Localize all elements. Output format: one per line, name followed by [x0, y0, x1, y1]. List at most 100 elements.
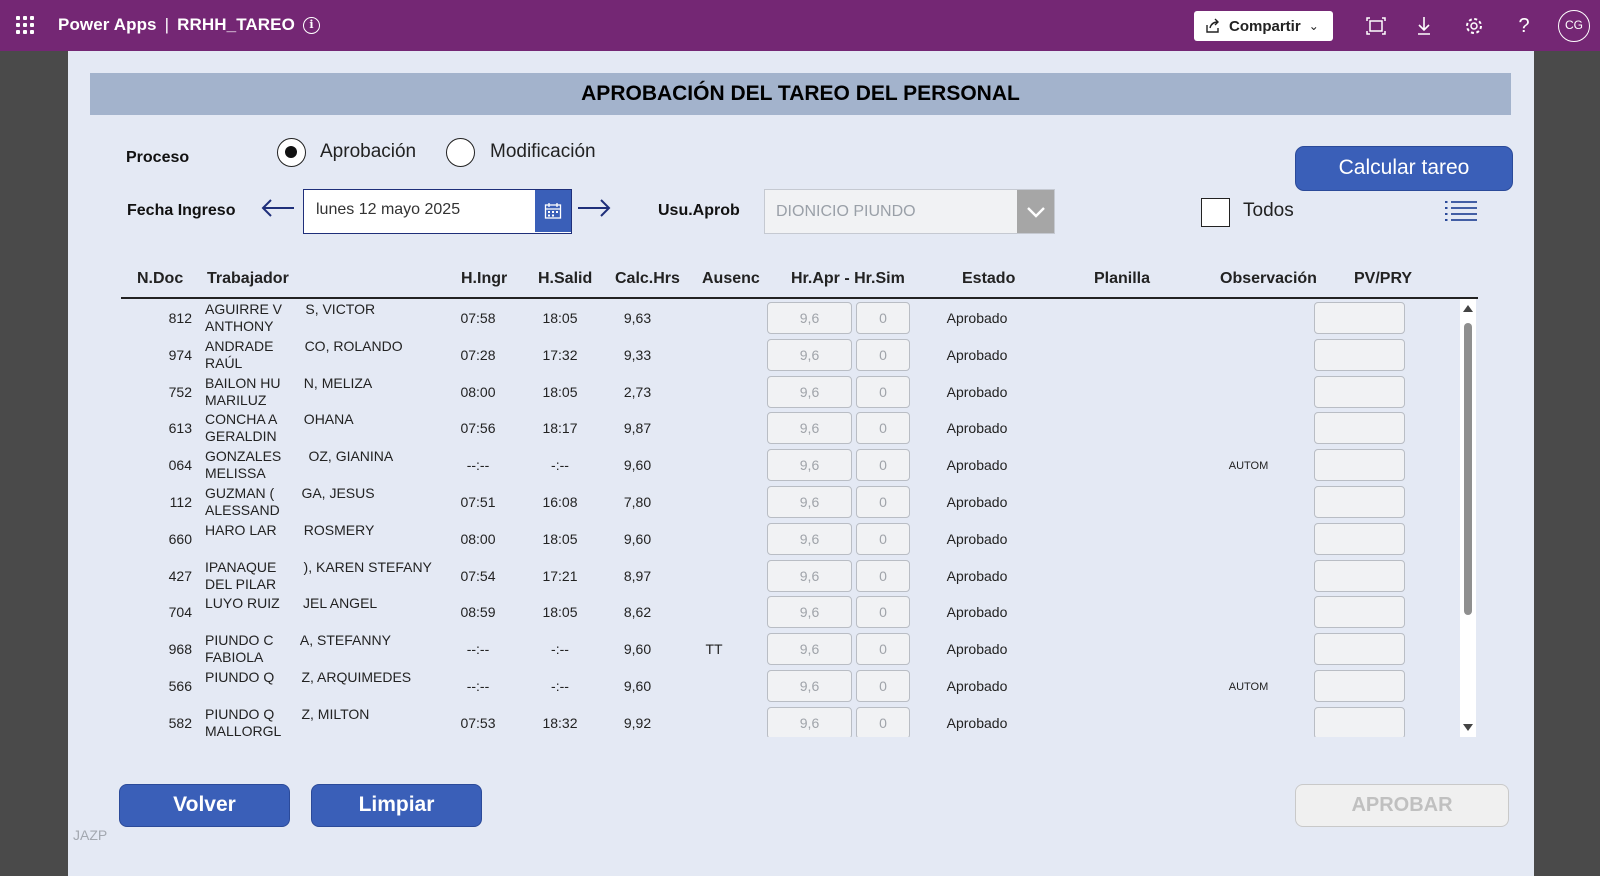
- table-row[interactable]: 064 GONZALES OZ, GIANINA MELISSA --:-- -:--…: [121, 447, 1441, 484]
- radio-modificacion-label[interactable]: Modificación: [490, 141, 596, 163]
- hr-sim-input[interactable]: 0: [856, 339, 910, 371]
- header-ndoc[interactable]: N.Doc: [137, 270, 183, 288]
- hingr-cell: 07:54: [460, 568, 496, 584]
- scroll-up-icon[interactable]: [1463, 305, 1473, 312]
- radio-modificacion[interactable]: [446, 138, 475, 167]
- todos-label[interactable]: Todos: [1243, 200, 1294, 222]
- header-observacion[interactable]: Observación: [1220, 270, 1317, 288]
- scrollbar[interactable]: [1460, 299, 1476, 737]
- trabajador-cell: ANDRADE CO, ROLANDO RAÚL: [205, 338, 403, 371]
- hr-apr-input[interactable]: 9,6: [767, 670, 852, 702]
- header-calchrs[interactable]: Calc.Hrs: [615, 270, 680, 288]
- pvpry-input[interactable]: [1314, 302, 1405, 334]
- hr-sim-input[interactable]: 0: [856, 376, 910, 408]
- calcular-tareo-button[interactable]: Calcular tareo: [1295, 146, 1513, 191]
- calendar-icon[interactable]: [535, 190, 571, 232]
- table-row[interactable]: 974 ANDRADE CO, ROLANDO RAÚL 07:28 17:32 9,3…: [121, 337, 1441, 374]
- trabajador-cell: PIUNDO Q Z, ARQUIMEDES: [205, 669, 412, 685]
- pvpry-input[interactable]: [1314, 339, 1405, 371]
- hr-sim-input[interactable]: 0: [856, 633, 910, 665]
- todos-checkbox[interactable]: [1201, 198, 1230, 227]
- hr-sim-input[interactable]: 0: [856, 560, 910, 592]
- pvpry-input[interactable]: [1314, 486, 1405, 518]
- hr-apr-input[interactable]: 9,6: [767, 560, 852, 592]
- chevron-down-icon[interactable]: [1017, 190, 1054, 233]
- pvpry-input[interactable]: [1314, 707, 1405, 737]
- calchrs-cell: 9,60: [623, 641, 652, 657]
- hr-sim-input[interactable]: 0: [856, 412, 910, 444]
- table-row[interactable]: 112 GUZMAN ( GA, JESUS ALESSAND 07:51 16:08…: [121, 484, 1441, 521]
- hr-apr-input[interactable]: 9,6: [767, 449, 852, 481]
- table-row[interactable]: 613 CONCHA A OHANA GERALDIN 07:56 18:17 9,87…: [121, 410, 1441, 447]
- hr-apr-input[interactable]: 9,6: [767, 596, 852, 628]
- doc-cell: 613: [168, 420, 192, 436]
- hr-apr-input[interactable]: 9,6: [767, 633, 852, 665]
- info-icon[interactable]: i: [303, 17, 320, 34]
- header-estado[interactable]: Estado: [962, 270, 1015, 288]
- hr-apr-input[interactable]: 9,6: [767, 302, 852, 334]
- hr-apr-input[interactable]: 9,6: [767, 486, 852, 518]
- hr-sim-input[interactable]: 0: [856, 449, 910, 481]
- pvpry-input[interactable]: [1314, 596, 1405, 628]
- hingr-cell: 08:00: [460, 384, 496, 400]
- header-ausenc[interactable]: Ausenc: [702, 270, 760, 288]
- hr-sim-input[interactable]: 0: [856, 707, 910, 737]
- hr-apr-input[interactable]: 9,6: [767, 523, 852, 555]
- scroll-thumb[interactable]: [1464, 323, 1472, 615]
- arrow-right-icon[interactable]: [577, 198, 611, 218]
- table-row[interactable]: 704 LUYO RUIZ JEL ANGEL 08:59 18:05 8,62 9,6 0…: [121, 594, 1441, 631]
- pvpry-input[interactable]: [1314, 412, 1405, 444]
- app-title: RRHH_TAREO: [177, 15, 295, 34]
- header-pvpry[interactable]: PV/PRY: [1354, 270, 1412, 288]
- help-icon[interactable]: ?: [1512, 14, 1536, 38]
- pvpry-input[interactable]: [1314, 633, 1405, 665]
- header-hrapr-hrsim[interactable]: Hr.Apr - Hr.Sim: [791, 270, 905, 288]
- hr-apr-input[interactable]: 9,6: [767, 339, 852, 371]
- table-row[interactable]: 582 PIUNDO Q Z, MILTON MALLORGL 07:53 18:32…: [121, 705, 1441, 737]
- table-row[interactable]: 812 AGUIRRE V S, VICTOR ANTHONY 07:58 18:05…: [121, 300, 1441, 337]
- scroll-down-icon[interactable]: [1463, 724, 1473, 731]
- table-row[interactable]: 752 BAILON HU N, MELIZA MARILUZ 08:00 18:05…: [121, 374, 1441, 411]
- hr-sim-input[interactable]: 0: [856, 302, 910, 334]
- header-trabajador[interactable]: Trabajador: [207, 270, 289, 288]
- estado-cell: Aprobado: [946, 384, 1008, 400]
- header-hingr[interactable]: H.Ingr: [461, 270, 507, 288]
- doc-cell: 582: [168, 715, 192, 731]
- hr-sim-input[interactable]: 0: [856, 486, 910, 518]
- arrow-left-icon[interactable]: [261, 198, 295, 218]
- gallery[interactable]: 812 AGUIRRE V S, VICTOR ANTHONY 07:58 18:05…: [121, 299, 1478, 737]
- table-row[interactable]: 660 HARO LAR ROSMERY 08:00 18:05 9,60 9,6 0 Apr…: [121, 521, 1441, 558]
- hr-sim-input[interactable]: 0: [856, 523, 910, 555]
- hr-sim-input[interactable]: 0: [856, 596, 910, 628]
- list-icon[interactable]: [1445, 200, 1477, 222]
- date-picker[interactable]: lunes 12 mayo 2025: [303, 189, 572, 234]
- pvpry-input[interactable]: [1314, 523, 1405, 555]
- table-row[interactable]: 968 PIUNDO C A, STEFANNY FABIOLA --:-- -:--…: [121, 631, 1441, 668]
- fit-to-window-icon[interactable]: [1364, 14, 1388, 38]
- limpiar-button[interactable]: Limpiar: [311, 784, 482, 827]
- share-button[interactable]: Compartir ⌄: [1194, 11, 1333, 41]
- header-hsalid[interactable]: H.Salid: [538, 270, 592, 288]
- app-launcher-icon[interactable]: [16, 16, 34, 34]
- gear-icon[interactable]: [1462, 14, 1486, 38]
- hr-apr-input[interactable]: 9,6: [767, 412, 852, 444]
- estado-cell: Aprobado: [946, 531, 1008, 547]
- pvpry-input[interactable]: [1314, 560, 1405, 592]
- table-row[interactable]: 566 PIUNDO Q Z, ARQUIMEDES --:-- -:-- 9,60 9,…: [121, 668, 1441, 705]
- hr-apr-input[interactable]: 9,6: [767, 376, 852, 408]
- radio-aprobacion[interactable]: [277, 138, 306, 167]
- volver-button[interactable]: Volver: [119, 784, 290, 827]
- usu-aprob-dropdown[interactable]: DIONICIO PIUNDO: [764, 189, 1055, 234]
- download-icon[interactable]: [1412, 14, 1436, 38]
- table-row[interactable]: 427 IPANAQUE ), KAREN STEFANY DEL PILAR 07…: [121, 558, 1441, 595]
- header-planilla[interactable]: Planilla: [1094, 270, 1150, 288]
- hingr-cell: --:--: [466, 457, 490, 473]
- pvpry-input[interactable]: [1314, 449, 1405, 481]
- hr-sim-input[interactable]: 0: [856, 670, 910, 702]
- aprobar-button[interactable]: APROBAR: [1295, 784, 1509, 827]
- radio-aprobacion-label[interactable]: Aprobación: [320, 141, 416, 163]
- pvpry-input[interactable]: [1314, 670, 1405, 702]
- user-avatar[interactable]: CG: [1558, 10, 1590, 42]
- pvpry-input[interactable]: [1314, 376, 1405, 408]
- hr-apr-input[interactable]: 9,6: [767, 707, 852, 737]
